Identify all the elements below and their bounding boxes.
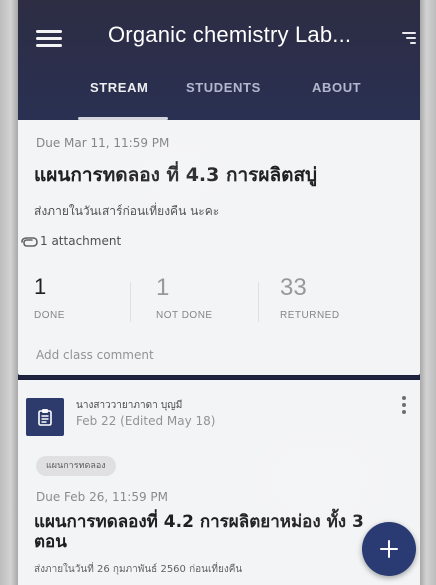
menu-icon[interactable] — [36, 30, 62, 48]
post-title[interactable]: แผนการทดลองที่ 4.2 การผลิตยาหม่อง ทั้ง 3… — [34, 512, 394, 552]
stat-returned-value: 33 — [280, 274, 307, 301]
plus-icon — [380, 540, 398, 558]
assignment-instructions: ส่งภายในวันเสาร์ก่อนเที่ยงคืน นะคะ — [34, 204, 220, 218]
stat-returned-label: RETURNED — [280, 310, 340, 321]
post-instructions: ส่งภายในวันที่ 26 กุมภาพันธ์ 2560 ก่อนเท… — [34, 564, 243, 575]
assignment-title[interactable]: แผนการทดลอง ที่ 4.3 การผลิตสบู่ — [34, 160, 317, 190]
post-author: นางสาววายาภาดา บุญมี — [76, 400, 183, 411]
topic-tag[interactable]: แผนการทดลอง — [36, 456, 116, 476]
page-title: Organic chemistry Lab... — [108, 22, 352, 47]
tab-students[interactable]: STUDENTS — [186, 80, 261, 95]
post-due-date: Due Feb 26, 11:59 PM — [36, 490, 168, 504]
assignment-type-badge — [26, 398, 64, 436]
stat-not-done-label: NOT DONE — [156, 310, 213, 321]
paperclip-icon — [21, 237, 38, 247]
device-bezel-left — [0, 0, 18, 585]
stat-done[interactable]: 1 DONE — [34, 270, 154, 332]
stats-divider — [258, 282, 259, 322]
stats-divider — [130, 282, 131, 322]
stat-returned[interactable]: 33 RETURNED — [280, 270, 410, 332]
attachment-count: 1 attachment — [40, 234, 122, 248]
add-class-comment[interactable]: Add class comment — [36, 348, 154, 362]
add-fab-button[interactable] — [362, 522, 416, 576]
clipboard-icon — [38, 409, 52, 426]
tab-about[interactable]: ABOUT — [312, 80, 361, 95]
stat-done-label: DONE — [34, 310, 65, 321]
tabs: STREAM STUDENTS ABOUT — [18, 72, 420, 120]
assignment-card[interactable]: Due Mar 11, 11:59 PM แผนการทดลอง ที่ 4.3… — [18, 120, 420, 375]
device-bezel-right — [420, 0, 436, 585]
due-date: Due Mar 11, 11:59 PM — [36, 136, 170, 150]
phone-screen: Organic chemistry Lab... STREAM STUDENTS… — [0, 0, 436, 585]
tab-stream[interactable]: STREAM — [90, 80, 149, 95]
more-vertical-icon[interactable] — [402, 396, 408, 414]
stat-not-done-value: 1 — [156, 274, 170, 301]
stream-post-card[interactable]: นางสาววายาภาดา บุญมี Feb 22 (Edited May … — [18, 380, 420, 585]
filter-icon[interactable] — [402, 30, 416, 46]
submission-stats: 1 DONE 1 NOT DONE 33 RETURNED — [18, 270, 420, 332]
app-bar: Organic chemistry Lab... STREAM STUDENTS… — [18, 0, 420, 120]
post-date: Feb 22 (Edited May 18) — [76, 414, 216, 428]
stat-done-value: 1 — [34, 274, 47, 299]
